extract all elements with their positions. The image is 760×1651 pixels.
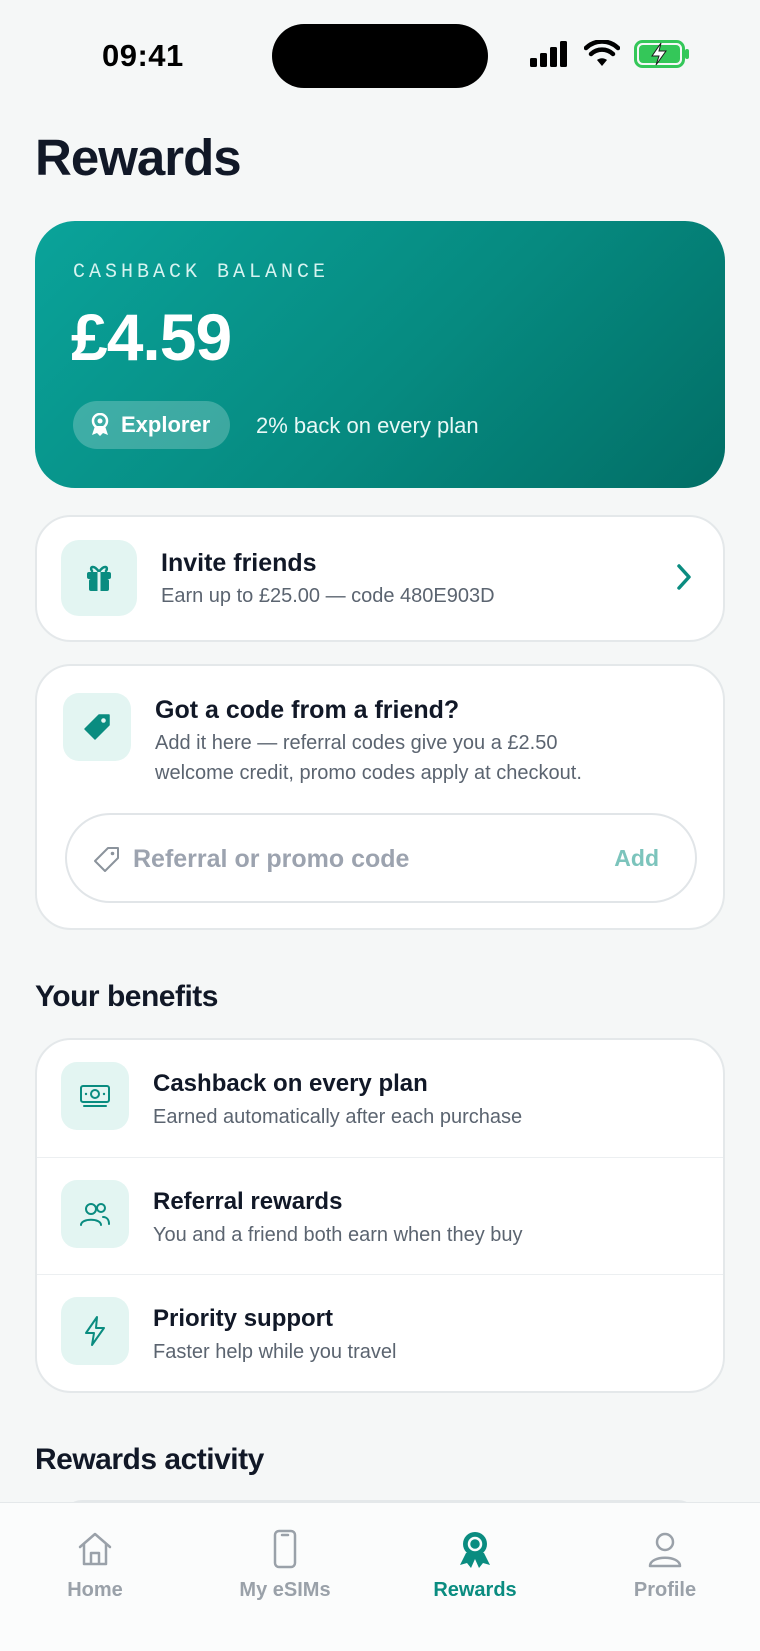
benefit-subtitle: Faster help while you travel xyxy=(153,1341,397,1363)
tab-label: Profile xyxy=(633,1579,697,1601)
code-input-container: Add xyxy=(65,813,697,903)
cash-icon xyxy=(80,1085,110,1107)
gift-icon xyxy=(87,565,111,591)
activity-section-title: Rewards activity xyxy=(35,1443,264,1476)
status-icons xyxy=(530,40,690,68)
tag-icon-tile xyxy=(63,693,131,761)
cash-icon-tile xyxy=(61,1062,129,1130)
invite-friends-card[interactable]: Invite friends Earn up to £25.00 — code … xyxy=(35,515,725,642)
benefit-title: Priority support xyxy=(153,1305,334,1332)
battery-charging-icon xyxy=(634,40,689,68)
tab-label: Rewards xyxy=(433,1579,517,1601)
chevron-right-icon xyxy=(677,564,691,590)
benefit-title: Cashback on every plan xyxy=(153,1070,428,1097)
page-title: Rewards xyxy=(35,129,242,186)
phone-icon xyxy=(273,1529,297,1569)
code-entry-description-1: Add it here — referral codes give you a … xyxy=(155,732,558,754)
users-icon xyxy=(80,1203,110,1226)
benefit-subtitle: Earned automatically after each purchase xyxy=(153,1106,523,1128)
benefit-title: Referral rewards xyxy=(153,1188,343,1215)
tag-outline-icon xyxy=(94,847,119,872)
code-entry-title: Got a code from a friend? xyxy=(155,696,460,724)
status-time: 09:41 xyxy=(102,38,184,73)
benefit-subtitle: You and a friend both earn when they buy xyxy=(153,1224,523,1246)
users-icon-tile xyxy=(61,1180,129,1248)
benefits-list: Cashback on every plan Earned automatica… xyxy=(35,1038,725,1393)
tag-icon xyxy=(84,714,110,740)
referral-code-input[interactable] xyxy=(133,837,563,881)
tier-description: 2% back on every plan xyxy=(256,413,479,438)
home-icon xyxy=(78,1532,112,1566)
status-bar: 09:41 xyxy=(0,0,760,110)
benefits-section-title: Your benefits xyxy=(35,980,218,1013)
wifi-icon xyxy=(584,40,620,66)
cashback-balance-card: CASHBACK BALANCE £4.59 Explorer 2% back … xyxy=(35,221,725,488)
award-icon xyxy=(91,413,109,436)
award-icon xyxy=(460,1532,490,1568)
invite-subtitle: Earn up to £25.00 — code 480E903D xyxy=(161,585,495,607)
benefit-item-referral: Referral rewards You and a friend both e… xyxy=(37,1157,723,1274)
tab-rewards[interactable]: Rewards xyxy=(400,1529,550,1602)
tab-label: Home xyxy=(67,1579,123,1601)
user-icon xyxy=(648,1532,682,1568)
tab-profile[interactable]: Profile xyxy=(590,1529,740,1602)
benefit-item-priority-support: Priority support Faster help while you t… xyxy=(37,1274,723,1391)
balance-amount: £4.59 xyxy=(71,300,232,374)
tab-home[interactable]: Home xyxy=(20,1529,170,1602)
dynamic-island xyxy=(272,24,488,88)
tab-bar: Home My eSIMs Rewards Profile xyxy=(0,1502,760,1651)
tier-name: Explorer xyxy=(121,412,211,437)
cellular-signal-icon xyxy=(530,41,567,67)
lightning-icon-tile xyxy=(61,1297,129,1365)
benefit-item-cashback: Cashback on every plan Earned automatica… xyxy=(37,1040,723,1157)
code-entry-description-2: welcome credit, promo codes apply at che… xyxy=(155,762,582,784)
tab-my-esims[interactable]: My eSIMs xyxy=(210,1529,360,1602)
invite-title: Invite friends xyxy=(161,549,317,577)
balance-label: CASHBACK BALANCE xyxy=(73,261,330,284)
code-entry-card: Got a code from a friend? Add it here — … xyxy=(35,664,725,930)
gift-icon-tile xyxy=(61,540,137,616)
lightning-icon xyxy=(85,1316,105,1346)
add-code-button[interactable]: Add xyxy=(614,845,659,872)
tier-badge: Explorer xyxy=(73,401,231,449)
tab-label: My eSIMs xyxy=(239,1579,331,1601)
